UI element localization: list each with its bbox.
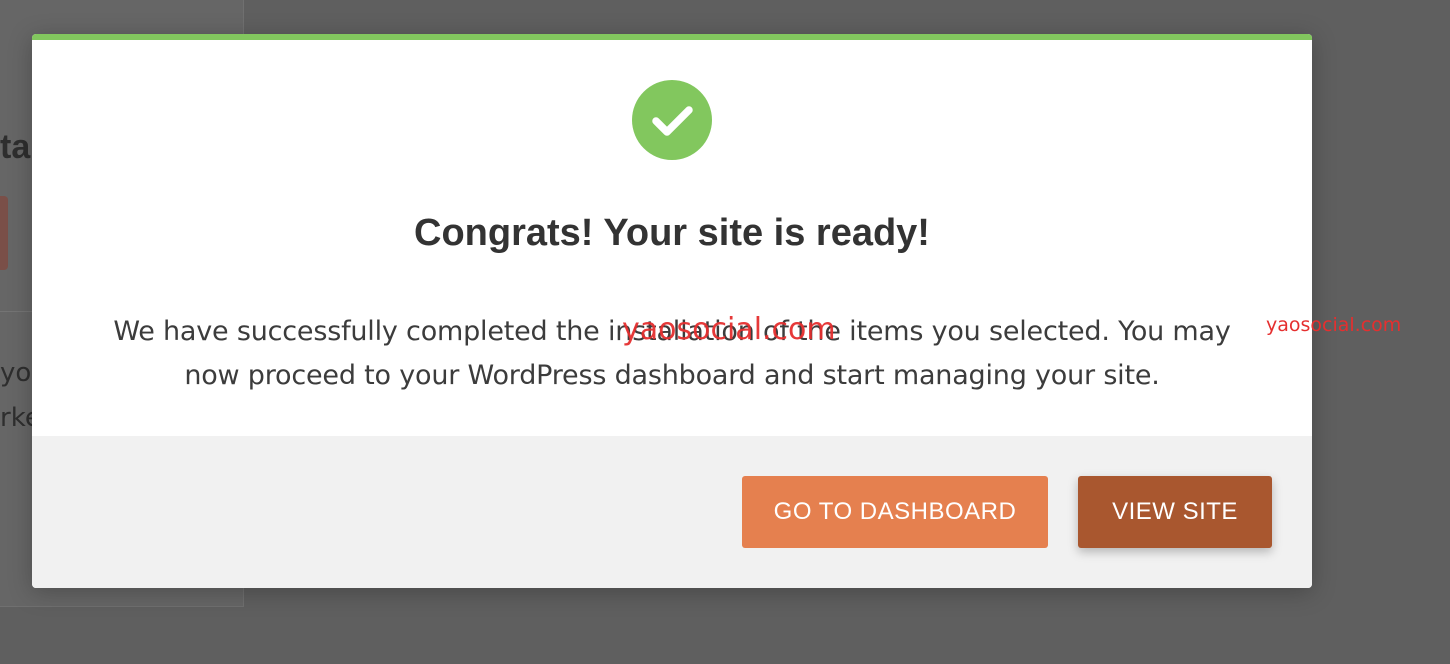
check-circle-icon (632, 80, 712, 160)
background-text-line: yo (0, 358, 32, 388)
modal-accent-bar (32, 34, 1312, 40)
view-site-button[interactable]: VIEW SITE (1078, 476, 1272, 548)
go-to-dashboard-button[interactable]: GO TO DASHBOARD (742, 476, 1048, 548)
modal-message: We have successfully completed the insta… (113, 316, 1231, 391)
modal-title: Congrats! Your site is ready! (414, 212, 930, 254)
success-modal: Congrats! Your site is ready! We have su… (32, 34, 1312, 588)
background-button (0, 196, 8, 270)
background-title: ta (0, 128, 31, 166)
modal-footer: GO TO DASHBOARD VIEW SITE (32, 436, 1312, 588)
